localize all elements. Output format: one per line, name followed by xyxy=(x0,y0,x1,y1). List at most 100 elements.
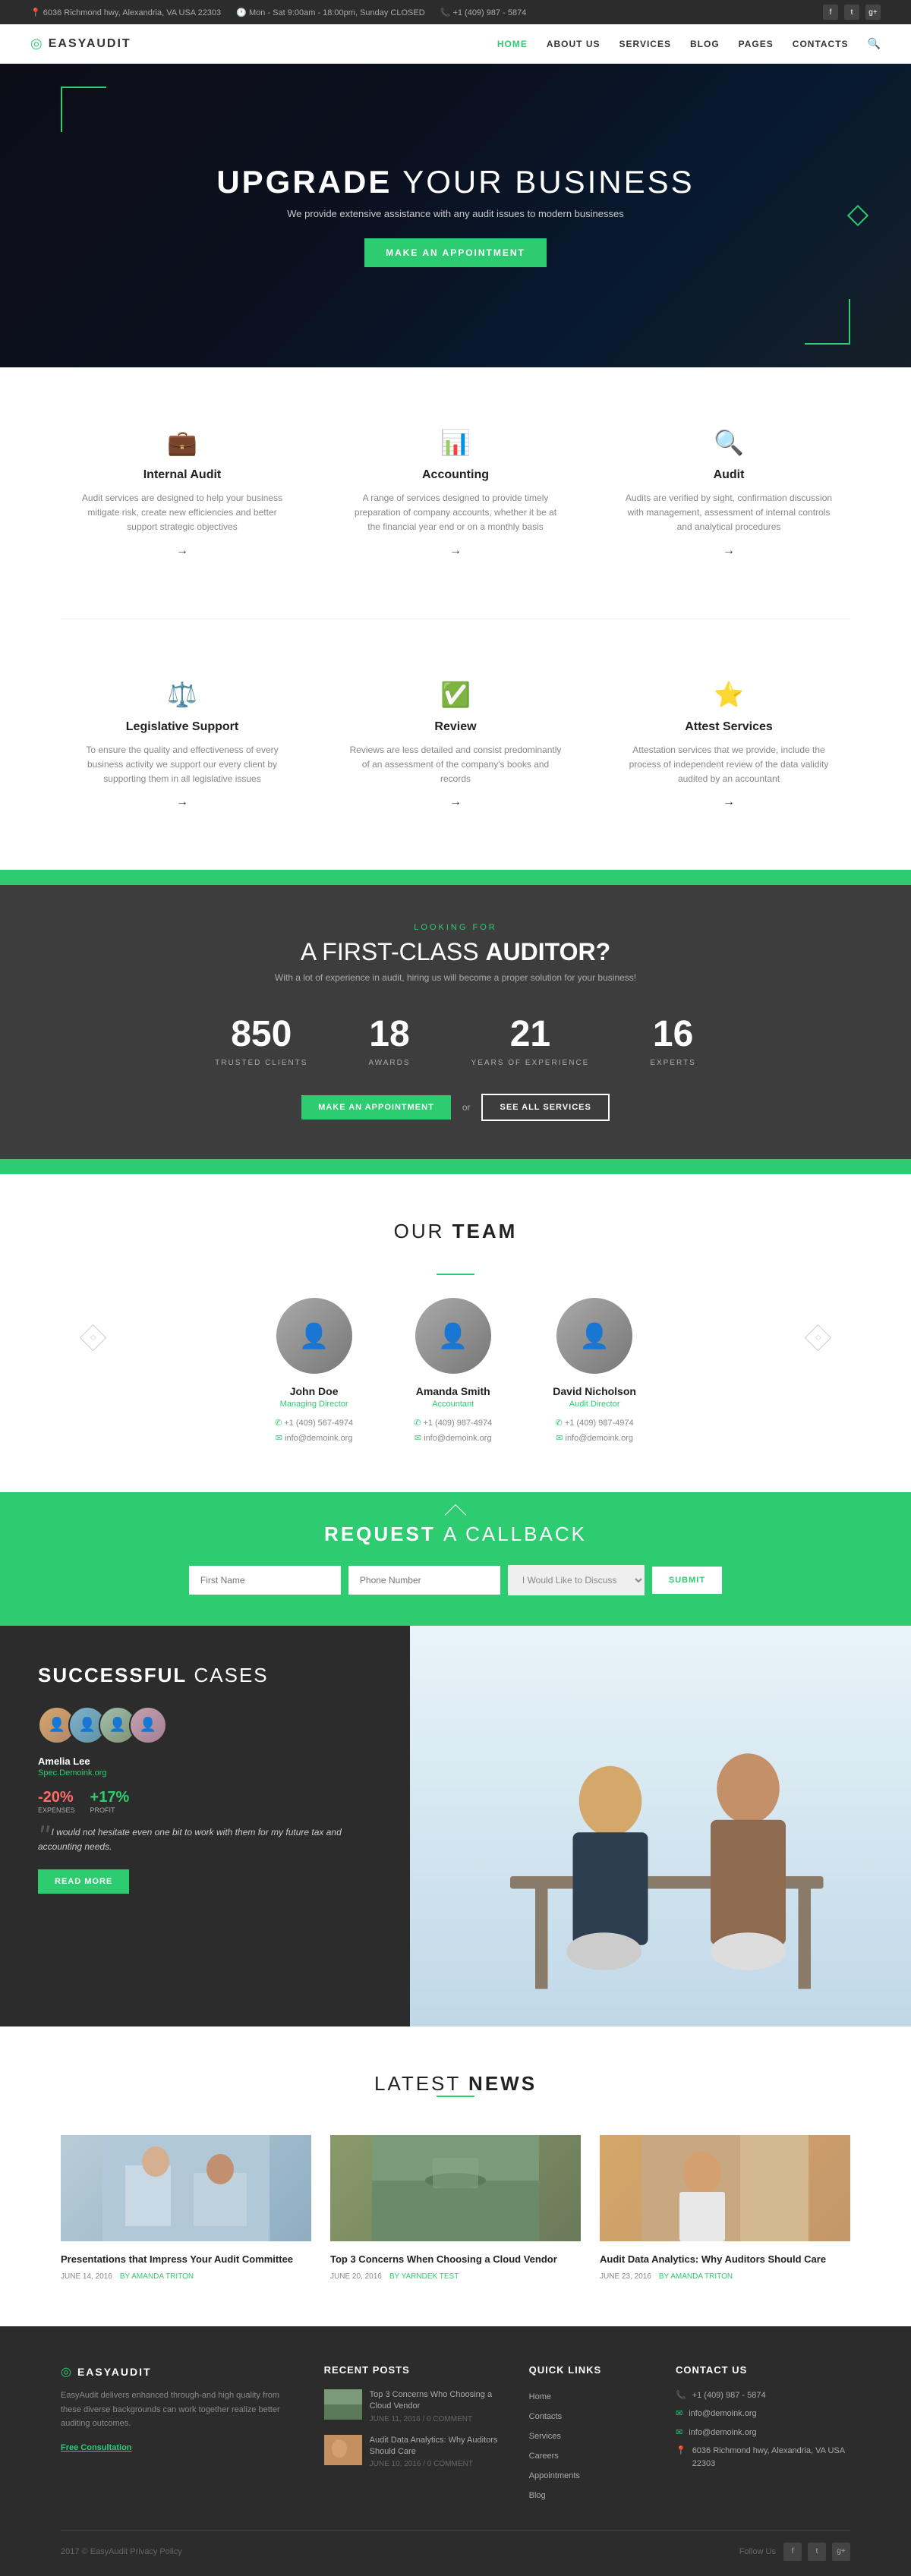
nav-about[interactable]: ABOUT US xyxy=(547,39,601,49)
services-section-row2: ⚖️ Legislative Support To ensure the qua… xyxy=(0,619,911,871)
footer-post-2: Audit Data Analytics: Why Auditors Shoul… xyxy=(324,2435,499,2469)
footer-link-home[interactable]: Home xyxy=(529,2389,645,2403)
twitter-icon[interactable]: t xyxy=(844,5,859,20)
facebook-icon[interactable]: f xyxy=(823,5,838,20)
footer-consultation-link[interactable]: Free Consultation xyxy=(61,2443,132,2452)
callback-phone-input[interactable] xyxy=(348,1566,500,1595)
cases-read-more-button[interactable]: READ MORE xyxy=(38,1869,129,1894)
stat-clients: 850 TRUSTED CLIENTS xyxy=(215,1013,307,1067)
team-role-john: Managing Director xyxy=(275,1400,353,1409)
callback-title: REQUEST A CALLBACK xyxy=(61,1523,850,1546)
review-arrow[interactable]: → xyxy=(349,795,562,809)
audit-icon: 🔍 xyxy=(623,428,835,457)
news-title-1: Presentations that Impress Your Audit Co… xyxy=(61,2253,311,2266)
nav-contacts[interactable]: CONTACTS xyxy=(793,39,849,49)
footer-link-contacts[interactable]: Contacts xyxy=(529,2409,645,2423)
callback-submit-button[interactable]: SUBMIT xyxy=(652,1567,722,1594)
cases-section: SUCCESSFUL CASES 👤 👤 👤 👤 Amelia Lee Spec… xyxy=(0,1626,911,2026)
legislative-desc: To ensure the quality and effectiveness … xyxy=(76,743,288,787)
nav-pages[interactable]: PAGES xyxy=(739,39,774,49)
footer-contact-title: CONTACT US xyxy=(676,2364,850,2376)
cases-right xyxy=(410,1626,911,2026)
news-card-1: Presentations that Impress Your Audit Co… xyxy=(61,2135,311,2281)
footer-email-icon-1: ✉ xyxy=(676,2408,682,2418)
cases-person-site: Spec.Demoink.org xyxy=(38,1768,372,1778)
accounting-arrow[interactable]: → xyxy=(349,544,562,558)
news-date-1: JUNE 14, 2016 xyxy=(61,2272,112,2281)
hero-corner-top-left xyxy=(61,87,106,132)
team-email-david: info@demoink.org xyxy=(553,1431,636,1447)
cases-title: SUCCESSFUL CASES xyxy=(38,1664,372,1687)
service-accounting: 📊 Accounting A range of services designe… xyxy=(334,413,577,573)
legislative-arrow[interactable]: → xyxy=(76,795,288,809)
nav-home[interactable]: HOME xyxy=(497,39,528,49)
team-next-button[interactable]: ◇ xyxy=(805,1324,831,1351)
hero-section: UPGRADE YOUR BUSINESS We provide extensi… xyxy=(0,64,911,367)
green-bar-bottom xyxy=(0,1159,911,1174)
case-stats: -20% EXPENSES +17% PROFIT xyxy=(38,1789,372,1814)
team-prev-button[interactable]: ◇ xyxy=(80,1324,106,1351)
team-role-amanda: Accountant xyxy=(414,1400,492,1409)
service-audit: 🔍 Audit Audits are verified by sight, co… xyxy=(607,413,850,573)
news-card-3: Audit Data Analytics: Why Auditors Shoul… xyxy=(600,2135,850,2281)
case-avatar-4: 👤 xyxy=(129,1706,167,1744)
footer-link-appointments[interactable]: Appointments xyxy=(529,2468,645,2482)
footer-facebook-icon[interactable]: f xyxy=(783,2543,802,2561)
news-grid: Presentations that Impress Your Audit Co… xyxy=(61,2135,850,2281)
footer-link-services[interactable]: Services xyxy=(529,2429,645,2442)
team-section: OUR TEAM ◇ 👤 John Doe Managing Director … xyxy=(0,1174,911,1492)
stats-appointment-button[interactable]: MAKE AN APPOINTMENT xyxy=(301,1095,451,1120)
audit-desc: Audits are verified by sight, confirmati… xyxy=(623,491,835,535)
footer-link-blog[interactable]: Blog xyxy=(529,2488,645,2502)
footer-googleplus-icon[interactable]: g+ xyxy=(832,2543,850,2561)
service-attest: ⭐ Attest Services Attestation services t… xyxy=(607,665,850,825)
logo-icon: ◎ xyxy=(30,36,43,52)
news-author-2: BY YARNDEK TEST xyxy=(389,2272,459,2281)
service-legislative: ⚖️ Legislative Support To ensure the qua… xyxy=(61,665,304,825)
stat-awards-value: 18 xyxy=(368,1013,410,1055)
stats-section: LOOKING FOR A FIRST-CLASS AUDITOR? With … xyxy=(0,885,911,1159)
attest-arrow[interactable]: → xyxy=(623,795,835,809)
social-icons: f t g+ xyxy=(823,5,881,20)
services-grid-row2: ⚖️ Legislative Support To ensure the qua… xyxy=(61,665,850,825)
stats-title: A FIRST-CLASS AUDITOR? xyxy=(61,938,850,966)
callback-topic-select[interactable]: I Would Like to Discuss xyxy=(508,1565,645,1595)
footer-post-illustration-1 xyxy=(324,2389,362,2420)
team-member-john: 👤 John Doe Managing Director +1 (409) 56… xyxy=(275,1298,353,1447)
footer-post-1: Top 3 Concerns Who Choosing a Cloud Vend… xyxy=(324,2389,499,2423)
news-img-1 xyxy=(61,2135,311,2241)
footer-post-date-1: JUNE 11, 2016 / 0 COMMENT xyxy=(370,2415,499,2423)
stat-experts-label: EXPERTS xyxy=(650,1059,696,1067)
stat-experience-value: 21 xyxy=(471,1013,590,1055)
news-img-2 xyxy=(330,2135,581,2241)
team-grid: ◇ 👤 John Doe Managing Director +1 (409) … xyxy=(61,1298,850,1447)
footer-logo: ◎ EasyAudit xyxy=(61,2364,294,2379)
nav-blog[interactable]: BLOG xyxy=(690,39,720,49)
callback-section: REQUEST A CALLBACK I Would Like to Discu… xyxy=(0,1492,911,1626)
nav-services[interactable]: SERVICES xyxy=(619,39,671,49)
stats-or: or xyxy=(462,1102,471,1113)
footer-description: EasyAudit delivers enhanced through-and … xyxy=(61,2389,294,2431)
googleplus-icon[interactable]: g+ xyxy=(865,5,881,20)
hero-subtitle: We provide extensive assistance with any… xyxy=(216,208,694,219)
footer-social: f t g+ xyxy=(783,2543,850,2561)
legislative-icon: ⚖️ xyxy=(76,680,288,709)
footer-link-careers[interactable]: Careers xyxy=(529,2448,645,2462)
audit-arrow[interactable]: → xyxy=(623,544,835,558)
footer-bottom-right: Follow Us f t g+ xyxy=(739,2543,850,2561)
callback-name-input[interactable] xyxy=(189,1566,341,1595)
news-illustration-1 xyxy=(61,2135,311,2241)
search-icon[interactable]: 🔍 xyxy=(868,37,881,50)
internal-audit-arrow[interactable]: → xyxy=(76,544,288,558)
stats-subtitle: With a lot of experience in audit, hirin… xyxy=(61,972,850,983)
news-date-3: JUNE 23, 2016 xyxy=(600,2272,651,2281)
stats-services-button[interactable]: SEE ALL SERVICES xyxy=(481,1094,609,1121)
footer-logo-text: EasyAudit xyxy=(77,2366,152,2378)
footer-twitter-icon[interactable]: t xyxy=(808,2543,826,2561)
footer-post-title-2: Audit Data Analytics: Why Auditors Shoul… xyxy=(370,2435,499,2458)
footer-post-img-2 xyxy=(324,2435,362,2465)
team-phone-john: +1 (409) 567-4974 xyxy=(275,1416,353,1431)
news-img-3 xyxy=(600,2135,850,2241)
cases-illustration xyxy=(410,1626,911,2026)
hero-cta-button[interactable]: MAKE AN APPOINTMENT xyxy=(364,238,547,267)
